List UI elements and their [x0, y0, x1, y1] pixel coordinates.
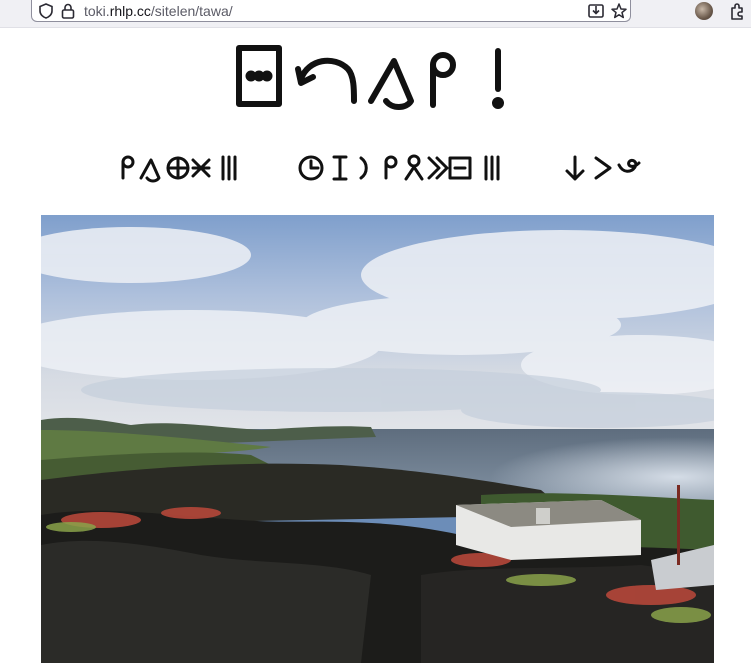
- save-page-icon[interactable]: [587, 2, 605, 20]
- lock-icon[interactable]: [59, 2, 77, 20]
- photo-image: [41, 215, 714, 663]
- bookmark-star-icon[interactable]: [610, 2, 628, 20]
- account-avatar[interactable]: [695, 2, 713, 20]
- url-path: /sitelen/tawa/: [150, 3, 233, 19]
- nav-link-3[interactable]: [563, 151, 643, 185]
- extensions-icon[interactable]: [727, 2, 747, 22]
- browser-toolbar: toki.rhlp.cc/sitelen/tawa/: [0, 0, 751, 28]
- nav-link-3-glyphs: [565, 155, 641, 181]
- url-text[interactable]: toki.rhlp.cc/sitelen/tawa/: [84, 2, 233, 20]
- landscape-photo: [41, 215, 714, 663]
- title-glyphs: [235, 45, 504, 110]
- page-title: [0, 35, 751, 121]
- nav-link-2[interactable]: [298, 151, 508, 185]
- nav-link-1-glyphs: [121, 155, 237, 183]
- url-prefix: toki.: [84, 3, 110, 19]
- url-domain: rhlp.cc: [109, 3, 151, 19]
- nav-links: [0, 151, 751, 185]
- nav-link-2-glyphs: [298, 154, 500, 181]
- address-bar[interactable]: toki.rhlp.cc/sitelen/tawa/: [31, 0, 631, 22]
- shield-icon[interactable]: [37, 2, 55, 20]
- nav-link-1[interactable]: [119, 151, 243, 185]
